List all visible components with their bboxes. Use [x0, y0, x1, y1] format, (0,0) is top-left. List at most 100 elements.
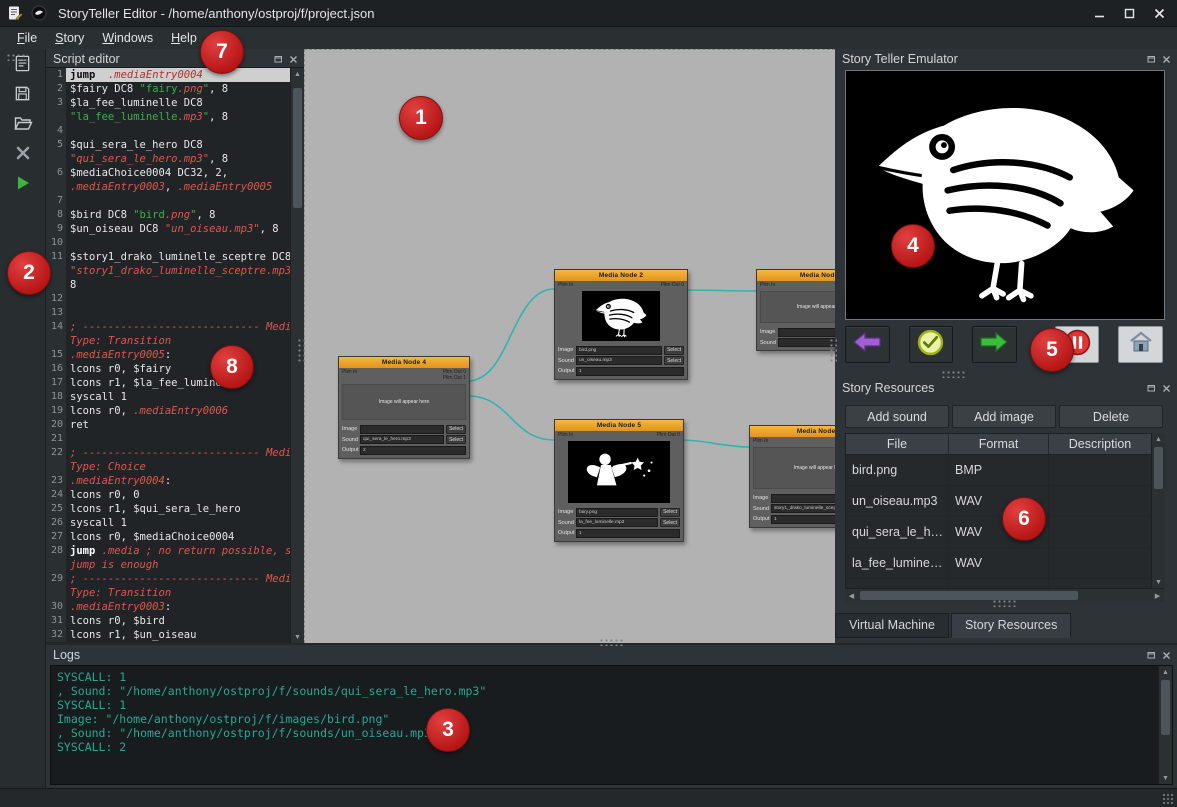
editor-line[interactable]: 30.mediaEntry0003:	[46, 600, 290, 614]
editor-line[interactable]: 23.mediaEntry0004:	[46, 474, 290, 488]
close-panel-icon[interactable]	[1162, 384, 1171, 393]
toolbar-drag-handle[interactable]	[6, 53, 28, 61]
scroll-right-icon[interactable]: ▶	[1151, 589, 1164, 602]
splitter-handle[interactable]	[941, 370, 965, 378]
editor-line[interactable]: 31lcons r0, $bird	[46, 614, 290, 628]
scroll-up-icon[interactable]: ▲	[291, 68, 304, 80]
select-button[interactable]: Select	[446, 435, 466, 444]
node-field-value[interactable]: story1_drako_luminelle_sceptre.mp3	[771, 504, 835, 513]
media-node[interactable]: Media Node 6Plim InImage will appear her…	[756, 269, 835, 351]
splitter-handle[interactable]	[599, 638, 623, 646]
editor-line[interactable]: 19lcons r0, .mediaEntry0006	[46, 404, 290, 418]
editor-line[interactable]: 9$un_oiseau DC8 "un_oiseau.mp3", 8	[46, 222, 290, 236]
editor-line[interactable]: jump is enough	[46, 558, 290, 572]
minimize-button[interactable]	[1091, 6, 1107, 20]
editor-line[interactable]: 8	[46, 278, 290, 292]
splitter-handle[interactable]	[297, 338, 305, 362]
node-field-value[interactable]: 1	[576, 529, 680, 538]
menu-story[interactable]: Story	[46, 29, 93, 47]
editor-line[interactable]: 3$la_fee_luminelle DC8	[46, 96, 290, 110]
float-panel-icon[interactable]	[1146, 650, 1156, 660]
close-panel-icon[interactable]	[1162, 55, 1171, 64]
table-row[interactable]: la_fee_lumine…WAV	[846, 548, 1152, 579]
select-button[interactable]: Select	[446, 425, 466, 434]
select-button[interactable]: Select	[660, 508, 680, 517]
editor-line[interactable]: 17lcons r1, $la_fee_luminelle	[46, 376, 290, 390]
port-out[interactable]: Plim Out 1	[443, 375, 466, 381]
float-panel-icon[interactable]	[1146, 54, 1156, 64]
emulator-next-button[interactable]	[972, 326, 1017, 363]
editor-line[interactable]: 6$mediaChoice0004 DC32, 2,	[46, 166, 290, 180]
title-bar[interactable]: StoryTeller Editor - /home/anthony/ostpr…	[0, 0, 1177, 27]
node-field-value[interactable]: qui_sera_le_hero.mp3	[360, 435, 444, 444]
editor-line[interactable]: 10	[46, 236, 290, 250]
editor-line[interactable]: 22; ---------------------------- Media n…	[46, 446, 290, 460]
node-field-value[interactable]: un_oiseau.mp3	[576, 356, 662, 365]
node-title-bar[interactable]: Media Node 6	[757, 270, 835, 281]
editor-line[interactable]: 11$story1_drako_luminelle_sceptre DC8	[46, 250, 290, 264]
media-node[interactable]: Media Node 5Plim InPlim Out 0Imagefairy.…	[554, 419, 684, 542]
node-field-value[interactable]: la_fee_luminelle.mp3	[576, 518, 658, 527]
tab-story-resources[interactable]: Story Resources	[951, 613, 1071, 638]
add-image-button[interactable]: Add image	[952, 405, 1056, 428]
splitter-handle[interactable]	[992, 599, 1016, 607]
scroll-up-icon[interactable]: ▲	[1152, 433, 1165, 445]
menu-help[interactable]: Help	[162, 29, 206, 47]
column-header-description[interactable]: Description	[1049, 434, 1152, 454]
column-header-format[interactable]: Format	[949, 434, 1049, 454]
editor-line[interactable]: 12	[46, 292, 290, 306]
script-editor[interactable]: 1jump .mediaEntry00042$fairy DC8 "fairy.…	[46, 67, 304, 643]
node-field-value[interactable]: 2	[360, 446, 466, 455]
table-row[interactable]: un_oiseau.mp3WAV	[846, 486, 1152, 517]
close-project-button[interactable]	[7, 142, 39, 169]
emulator-home-button[interactable]	[1118, 326, 1163, 363]
editor-line[interactable]: 8$bird DC8 "bird.png", 8	[46, 208, 290, 222]
scroll-down-icon[interactable]: ▼	[291, 631, 304, 643]
port-in[interactable]: Plim In	[558, 432, 573, 438]
media-node[interactable]: Media Node 4Plim InPlim Out 0Plim Out 1I…	[338, 356, 470, 459]
table-row[interactable]: qui_sera_le_h…WAV	[846, 517, 1152, 548]
maximize-button[interactable]	[1121, 6, 1137, 20]
node-field-value[interactable]	[778, 328, 835, 337]
add-sound-button[interactable]: Add sound	[845, 405, 949, 428]
editor-line[interactable]: 29; ---------------------------- Media n…	[46, 572, 290, 586]
resources-table-scrollbar[interactable]: ▲ ▼	[1151, 433, 1165, 588]
node-field-value[interactable]	[771, 494, 835, 503]
float-panel-icon[interactable]	[273, 54, 283, 64]
resize-grip[interactable]	[1162, 793, 1174, 805]
port-out[interactable]: Plim Out 0	[657, 432, 680, 438]
editor-line[interactable]: 5$qui_sera_le_hero DC8	[46, 138, 290, 152]
node-graph-canvas[interactable]: Media Node 4Plim InPlim Out 0Plim Out 1I…	[304, 49, 835, 643]
editor-line[interactable]: 16lcons r0, $fairy	[46, 362, 290, 376]
scroll-up-icon[interactable]: ▲	[1159, 666, 1172, 678]
node-field-value[interactable]: fairy.png	[576, 508, 658, 517]
editor-line[interactable]: 32lcons r1, $un_oiseau	[46, 628, 290, 642]
editor-line[interactable]: "la_fee_luminelle.mp3", 8	[46, 110, 290, 124]
port-in[interactable]: Plim In	[342, 369, 357, 375]
float-panel-icon[interactable]	[1146, 383, 1156, 393]
emulator-back-button[interactable]	[845, 326, 890, 363]
emulator-ok-button[interactable]	[909, 326, 954, 363]
editor-line[interactable]: .mediaEntry0003, .mediaEntry0005	[46, 180, 290, 194]
port-in[interactable]: Plim In	[753, 438, 768, 444]
editor-line[interactable]: 2$fairy DC8 "fairy.png", 8	[46, 82, 290, 96]
select-button[interactable]: Select	[660, 518, 680, 527]
menu-file[interactable]: File	[8, 29, 46, 47]
close-panel-icon[interactable]	[289, 55, 298, 64]
save-button[interactable]	[7, 82, 39, 109]
editor-line[interactable]: "story1_drako_luminelle_sceptre.mp3",	[46, 264, 290, 278]
media-node[interactable]: Media Node 2Plim InPlim Out 0Imagebird.p…	[554, 269, 688, 380]
editor-line[interactable]: 1jump .mediaEntry0004	[46, 68, 290, 82]
select-button[interactable]: Select	[664, 346, 684, 355]
node-title-bar[interactable]: Media Node 4	[339, 357, 469, 368]
scroll-down-icon[interactable]: ▼	[1152, 576, 1165, 588]
editor-line[interactable]: Type: Transition	[46, 334, 290, 348]
editor-line[interactable]: 14; ---------------------------- Media n…	[46, 320, 290, 334]
open-button[interactable]	[7, 112, 39, 139]
editor-line[interactable]: 24lcons r0, 0	[46, 488, 290, 502]
splitter-handle[interactable]	[829, 338, 837, 362]
port-out[interactable]: Plim Out 0	[661, 282, 684, 288]
editor-line[interactable]: 4	[46, 124, 290, 138]
editor-line[interactable]: 20ret	[46, 418, 290, 432]
table-row[interactable]: bird.pngBMP	[846, 455, 1152, 486]
